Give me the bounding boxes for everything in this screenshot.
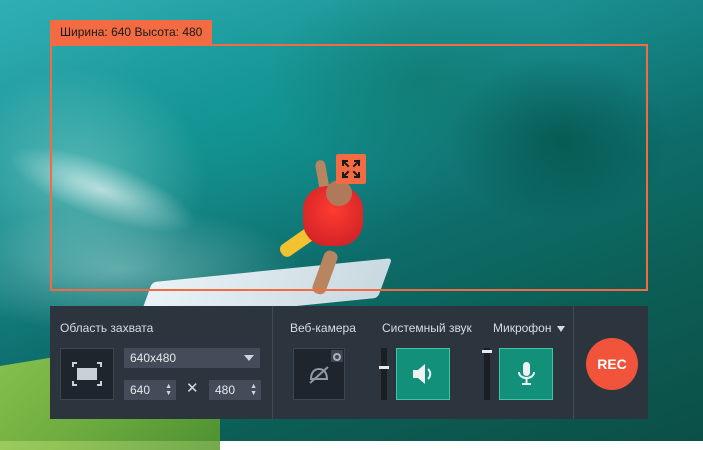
gear-icon[interactable] <box>331 350 343 362</box>
microphone-title: Микрофон <box>493 321 566 335</box>
webcam-toggle-button[interactable] <box>293 348 345 400</box>
height-label: Высота: <box>134 25 179 39</box>
height-stepper-icon[interactable]: ▲ ▼ <box>250 383 257 397</box>
microphone-volume-thumb[interactable] <box>482 350 492 353</box>
width-value: 640 <box>111 25 132 39</box>
webcam-title: Веб-камера <box>290 321 356 335</box>
system-sound-button[interactable] <box>396 348 450 400</box>
system-sound-volume-slider[interactable] <box>379 348 389 400</box>
height-input-value: 480 <box>215 383 236 397</box>
capture-area-button[interactable] <box>60 348 114 400</box>
times-sign: ✕ <box>186 380 199 397</box>
microphone-button[interactable] <box>499 348 553 400</box>
microphone-icon <box>518 362 535 385</box>
width-input[interactable]: 640 ▲ ▼ <box>124 380 176 400</box>
chevron-down-icon[interactable] <box>557 325 566 332</box>
height-input[interactable]: 480 ▲ ▼ <box>209 380 261 400</box>
width-stepper-icon[interactable]: ▲ ▼ <box>165 383 172 397</box>
capture-area-title: Область захвата <box>60 321 154 335</box>
expand-icon[interactable] <box>336 154 366 184</box>
capture-area-icon <box>72 362 102 386</box>
panel-divider <box>272 306 273 419</box>
width-input-value: 640 <box>130 383 151 397</box>
system-sound-volume-thumb[interactable] <box>379 366 389 369</box>
system-sound-title: Системный звук <box>382 321 472 335</box>
chevron-down-icon <box>244 355 254 361</box>
capture-preset-value: 640x480 <box>130 351 177 365</box>
record-button[interactable]: REC <box>586 338 638 390</box>
height-value: 480 <box>182 25 203 39</box>
capture-preset-select[interactable]: 640x480 <box>124 348 260 368</box>
microphone-volume-slider[interactable] <box>482 348 492 400</box>
panel-divider <box>573 306 574 419</box>
width-label: Ширина: <box>60 25 108 39</box>
microphone-title-label: Микрофон <box>493 321 552 335</box>
speaker-icon <box>413 364 432 384</box>
control-panel: Область захвата 640x480 640 ▲ ▼ ✕ 480 ▲ ▼ … <box>50 306 648 419</box>
capture-size-label: Ширина: 640 Высота: 480 <box>50 20 213 44</box>
